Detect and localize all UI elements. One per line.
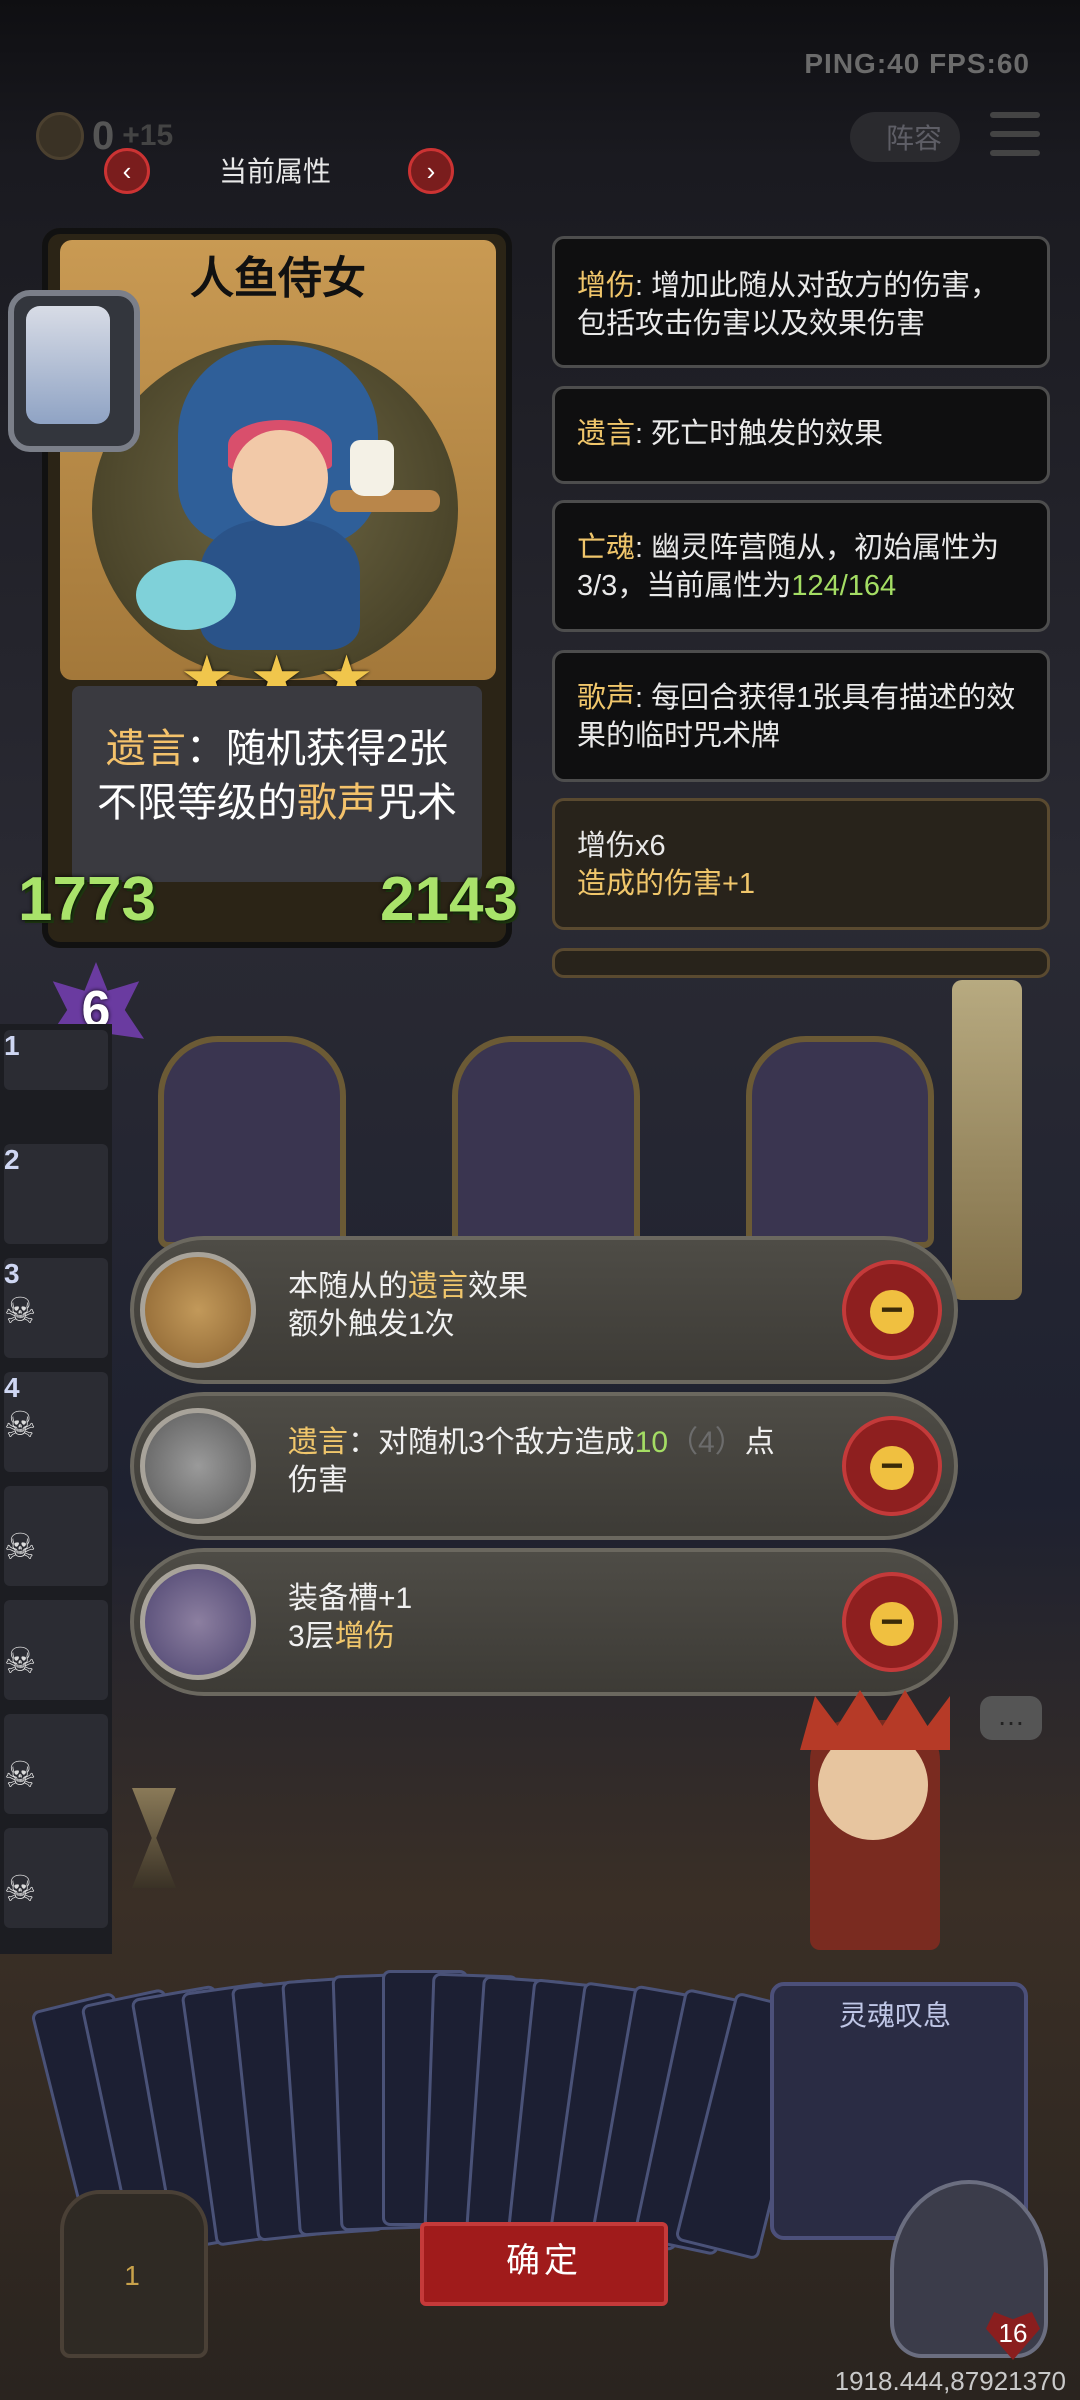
desc-keyword-deathrattle: 遗言 [105, 727, 186, 771]
board-minion[interactable] [158, 1036, 346, 1248]
tier-number: 2 [4, 1144, 20, 1175]
coin-icon [36, 112, 84, 160]
player-slot[interactable]: ☠ [4, 1486, 108, 1586]
art-jug [350, 440, 394, 496]
skull-icon: ☠ [4, 1290, 37, 1331]
skull-icon: ☠ [4, 1526, 37, 1567]
skull-icon: ☠ [4, 1754, 37, 1795]
panel-text: : 增加此随从对敌方的伤害，包括攻击伤害以及效果伤害 [577, 270, 1000, 340]
effect-keyword: 增伤 [334, 1620, 395, 1653]
desc-text-2: 不限等级的 [97, 781, 297, 825]
panel-text: : 每回合获得1张具有描述的效果的临时咒术牌 [577, 682, 1016, 752]
art-tail [136, 560, 236, 630]
info-panel-buff-stack: 增伤x6 造成的伤害+1 [552, 798, 1050, 930]
player-slot[interactable]: ☠ [4, 1828, 108, 1928]
lamp-decoration [952, 980, 1022, 1300]
skull-icon: ☠ [4, 1640, 37, 1681]
tier-number: 4 [4, 1372, 20, 1403]
effect-keyword: 遗言 [408, 1270, 468, 1303]
minus-icon: − [870, 1446, 914, 1490]
keyword: 歌声 [577, 682, 636, 714]
bomb-icon [140, 1408, 256, 1524]
prev-arrow-button[interactable]: ‹ [104, 148, 150, 194]
info-panel-song: 歌声: 每回合获得1张具有描述的效果的临时咒术牌 [552, 650, 1050, 782]
effect-text-a: 3层 [288, 1620, 335, 1653]
current-stats: 124/164 [791, 570, 897, 602]
desc-text-3: 咒术 [377, 781, 457, 825]
effect-text-line2: 额外触发1次 [288, 1308, 455, 1341]
attack-value: 1773 [18, 865, 156, 934]
card-description: 遗言：随机获得2张 不限等级的歌声咒术 [72, 722, 482, 830]
player-slot[interactable]: 2 [4, 1144, 108, 1244]
player-slot[interactable]: 1 [4, 1030, 108, 1090]
next-arrow-button[interactable]: › [408, 148, 454, 194]
effect-text: 装备槽+1 3层增伤 [288, 1580, 808, 1656]
effect-text-line1: 装备槽+1 [288, 1582, 413, 1615]
panel-text: : 幽灵阵营随从，初始属性为3/3，当前属性为 [577, 532, 1000, 602]
effect-text-line2: 伤害 [288, 1464, 348, 1497]
ping-fps-readout: PING:40 FPS:60 [804, 48, 1030, 79]
effect-text-b: 点 [744, 1426, 775, 1459]
player-slot[interactable]: 4 ☠ [4, 1372, 108, 1472]
coordinate-readout: 1918.444,87921370 [834, 2366, 1066, 2396]
tier-number: 1 [4, 1030, 20, 1061]
info-panel-ghost: 亡魂: 幽灵阵营随从，初始属性为3/3，当前属性为124/164 [552, 500, 1050, 632]
keyword: 亡魂 [577, 532, 636, 564]
keyword: 遗言 [577, 418, 636, 450]
coin-counter: 0 +15 [36, 112, 173, 160]
buff-name: 增伤x6 [577, 830, 666, 862]
minus-icon: − [870, 1290, 914, 1334]
hero-crown [800, 1690, 950, 1750]
player-slot[interactable]: 3 ☠ [4, 1258, 108, 1358]
featured-card-title: 灵魂叹息 [838, 2000, 951, 2031]
minus-icon: − [870, 1602, 914, 1646]
current-attributes-title: 当前属性 [218, 156, 331, 187]
info-panel-more[interactable] [552, 948, 1050, 978]
hourglass-icon [132, 1788, 176, 1888]
player-slot[interactable]: ☠ [4, 1600, 108, 1700]
board-minion[interactable] [452, 1036, 640, 1248]
skull-icon: ☠ [4, 1404, 37, 1445]
player-slot[interactable]: ☠ [4, 1714, 108, 1814]
art-face [232, 430, 328, 526]
skull-icon: ☠ [4, 1868, 37, 1909]
chest-count: 1 [124, 2260, 140, 2291]
health-value: 2143 [380, 865, 518, 934]
skull-medal-icon [140, 1252, 256, 1368]
chat-icon[interactable]: … [980, 1696, 1042, 1740]
desc-keyword-song: 歌声 [297, 781, 377, 825]
keyword: 增伤 [577, 270, 636, 302]
desc-text-1: ：随机获得2张 [185, 727, 449, 771]
effect-text-a: 本随从的 [288, 1270, 408, 1303]
effect-text: 遗言：对随机3个敌方造成10（4）点 伤害 [288, 1424, 808, 1500]
panel-text: : 死亡时触发的效果 [635, 418, 884, 450]
effect-text-a: ：对随机3个敌方造成 [348, 1426, 635, 1459]
effect-text: 本随从的遗言效果 额外触发1次 [288, 1268, 808, 1344]
effect-number: 10 [634, 1426, 669, 1459]
minion-portrait [26, 306, 110, 424]
menu-icon[interactable] [990, 112, 1040, 156]
buff-effect: 造成的伤害+1 [577, 868, 756, 900]
board-minion[interactable] [746, 1036, 934, 1248]
lineup-button[interactable]: 阵容 [850, 112, 960, 162]
effect-keyword: 遗言 [288, 1426, 348, 1459]
confirm-button[interactable]: 确定 [420, 2222, 668, 2306]
gauntlet-icon [140, 1564, 256, 1680]
effect-text-b: 效果 [468, 1270, 528, 1303]
info-panel-deathrattle: 遗言: 死亡时触发的效果 [552, 386, 1050, 484]
info-panel-damage-boost: 增伤: 增加此随从对敌方的伤害，包括攻击伤害以及效果伤害 [552, 236, 1050, 368]
coin-value: 0 [92, 113, 115, 158]
effect-base-number: （4） [668, 1426, 745, 1459]
tier-number: 3 [4, 1258, 20, 1289]
